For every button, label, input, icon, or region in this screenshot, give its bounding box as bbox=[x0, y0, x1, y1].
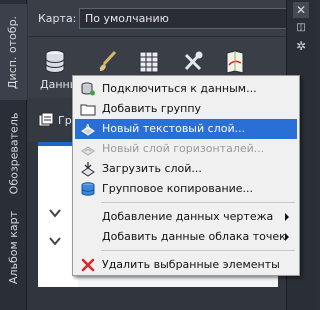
load-layer-icon bbox=[81, 162, 95, 177]
groups-icon bbox=[38, 112, 54, 127]
submenu-arrow-icon bbox=[285, 213, 289, 221]
menu-item-label: Подключиться к данным... bbox=[102, 82, 257, 95]
left-tab-strip: Дисп. отобр. Обозреватель Альбом карт bbox=[0, 0, 27, 310]
folder-icon bbox=[80, 104, 96, 116]
svg-text:A: A bbox=[85, 123, 91, 132]
menu-separator bbox=[101, 202, 295, 203]
menu-item-add-drawing-data[interactable]: Добавление данных чертежа bbox=[75, 207, 297, 227]
tools-icon bbox=[184, 51, 203, 71]
menu-separator bbox=[101, 250, 295, 251]
text-layer-icon: A bbox=[81, 123, 95, 136]
tab-display-manager[interactable]: Дисп. отобр. bbox=[0, 4, 27, 100]
menu-item-batch-copy[interactable]: Групповое копирование... bbox=[75, 179, 297, 199]
chevron-down-icon[interactable] bbox=[48, 206, 62, 220]
menu-item-label: Новый слой горизонталей... bbox=[102, 142, 265, 155]
menu-item-label: Новый текстовый слой... bbox=[102, 122, 246, 135]
contour-layer-icon bbox=[81, 146, 95, 156]
brush-icon bbox=[99, 50, 117, 71]
tab-explorer[interactable]: Обозреватель bbox=[0, 106, 27, 200]
menu-item-new-text-layer[interactable]: A Новый текстовый слой... bbox=[75, 119, 297, 139]
map-label: Карта: bbox=[38, 12, 77, 25]
context-menu: Подключиться к данным... Добавить группу… bbox=[72, 75, 300, 276]
map-selector-bar: Карта: По умолчанию bbox=[28, 0, 305, 36]
menu-item-delete-selected[interactable]: Удалить выбранные элементы bbox=[75, 255, 297, 275]
map-icon bbox=[226, 50, 244, 74]
tab-map-book[interactable]: Альбом карт bbox=[0, 204, 27, 290]
menu-item-label: Добавление данных чертежа bbox=[102, 210, 274, 223]
database-icon bbox=[45, 50, 65, 73]
menu-item-new-contour-layer[interactable]: Новый слой горизонталей... bbox=[75, 139, 297, 159]
map-dropdown-value: По умолчанию bbox=[85, 12, 169, 25]
batch-copy-icon bbox=[81, 182, 95, 196]
delete-x-icon bbox=[81, 258, 95, 272]
tab-explorer-label: Обозреватель bbox=[7, 112, 20, 194]
chevron-down-icon[interactable] bbox=[48, 234, 62, 248]
menu-item-label: Групповое копирование... bbox=[102, 182, 254, 195]
data-button[interactable]: Данны bbox=[38, 47, 78, 91]
tab-map-book-label: Альбом карт bbox=[7, 210, 20, 284]
menu-item-label: Добавить данные облака точек bbox=[102, 230, 286, 243]
bottom-bar bbox=[28, 287, 286, 310]
menu-item-add-group[interactable]: Добавить группу bbox=[75, 99, 297, 119]
menu-item-label: Добавить группу bbox=[102, 102, 202, 115]
app-window: Дисп. отобр. Обозреватель Альбом карт Ка… bbox=[0, 0, 314, 310]
tab-display-manager-label: Дисп. отобр. bbox=[6, 15, 20, 89]
database-connect-icon bbox=[81, 82, 95, 96]
close-icon[interactable]: ✕ bbox=[293, 2, 309, 18]
submenu-arrow-icon bbox=[285, 233, 289, 241]
menu-item-add-point-cloud-data[interactable]: Добавить данные облака точек bbox=[75, 227, 297, 247]
menu-item-connect-data[interactable]: Подключиться к данным... bbox=[75, 79, 297, 99]
menu-item-load-layer[interactable]: Загрузить слой... bbox=[75, 159, 297, 179]
menu-item-label: Удалить выбранные элементы bbox=[102, 258, 280, 271]
table-grid-icon bbox=[139, 51, 159, 73]
map-dropdown[interactable]: По умолчанию bbox=[79, 8, 305, 29]
menu-item-label: Загрузить слой... bbox=[102, 162, 202, 175]
pin-icon[interactable]: ◫ bbox=[293, 19, 309, 35]
gear-icon[interactable]: ✲ bbox=[293, 38, 309, 54]
